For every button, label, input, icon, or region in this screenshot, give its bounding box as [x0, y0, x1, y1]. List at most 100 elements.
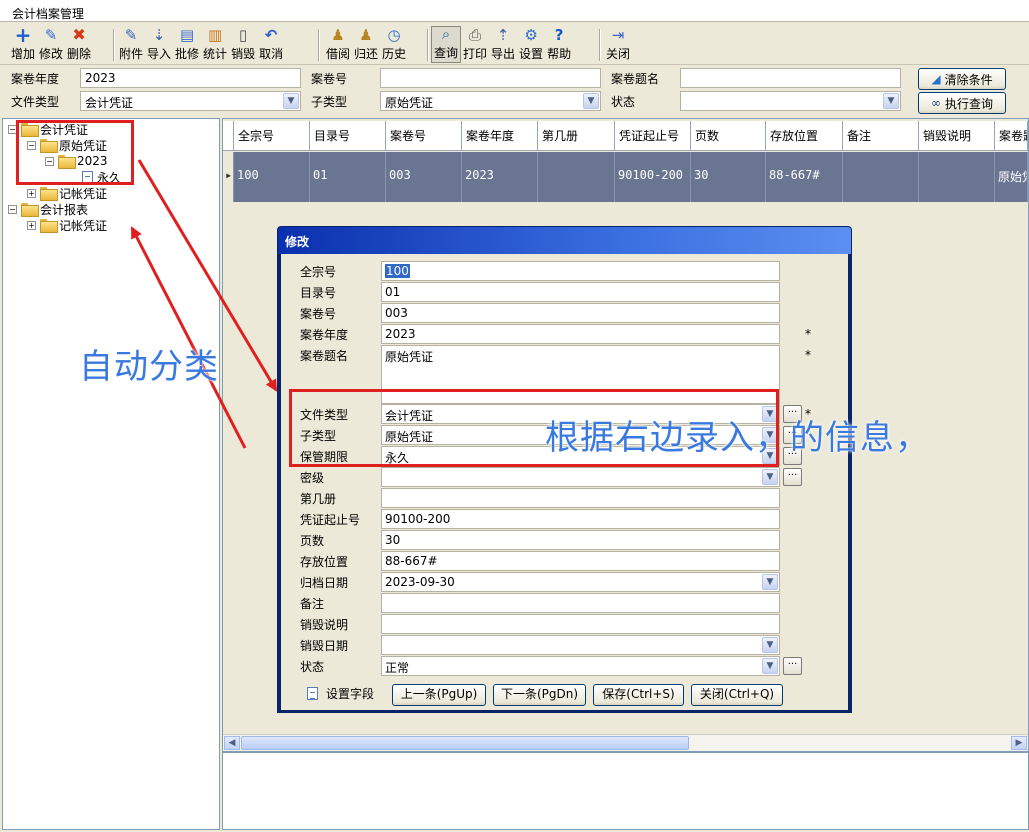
- column-header[interactable]: 案卷题: [995, 121, 1028, 151]
- file-title-input[interactable]: [680, 68, 901, 88]
- column-header[interactable]: 存放位置: [766, 121, 843, 151]
- history-button[interactable]: ◷ 历史: [380, 26, 408, 63]
- status-select[interactable]: ▼: [680, 91, 901, 111]
- table-cell[interactable]: [538, 152, 615, 202]
- magnifier-icon: ⌕: [441, 25, 451, 43]
- statistics-button[interactable]: ▥ 统计: [201, 26, 229, 63]
- window-title-bar: 会计档案管理: [0, 0, 1029, 22]
- column-header[interactable]: 页数: [691, 121, 766, 151]
- file-year-input[interactable]: 2023: [381, 324, 780, 344]
- tree-node-report-bookkeeping-voucher[interactable]: + 记帐凭证: [27, 217, 107, 233]
- set-fields-link[interactable]: 设置字段: [307, 685, 374, 702]
- security-level-select[interactable]: ▼: [381, 467, 780, 487]
- print-button[interactable]: ⎙ 打印: [461, 26, 489, 63]
- sub-type-select[interactable]: 原始凭证 ▼: [380, 91, 601, 111]
- fonds-no-input[interactable]: 100: [381, 261, 780, 281]
- column-header[interactable]: 凭证起止号: [615, 121, 691, 151]
- scroll-right-icon[interactable]: ▶: [1011, 736, 1027, 750]
- status-more-button[interactable]: ···: [783, 657, 802, 675]
- annotation-based-on-right: 根据右边录入，的信息，: [545, 418, 930, 458]
- prev-record-button[interactable]: 上一条(PgUp): [392, 684, 486, 706]
- doc-type-select[interactable]: 会计凭证 ▼: [80, 91, 301, 111]
- table-cell[interactable]: 100: [234, 152, 310, 202]
- column-header[interactable]: 全宗号: [234, 121, 310, 151]
- chevron-down-icon[interactable]: ▼: [583, 93, 599, 109]
- import-button[interactable]: ⇣ 导入: [145, 26, 173, 63]
- add-button[interactable]: + 增加: [9, 25, 37, 63]
- table-cell[interactable]: 2023: [462, 152, 538, 202]
- archive-date-picker[interactable]: 2023-09-30 ▼: [381, 572, 780, 592]
- table-cell[interactable]: 003: [386, 152, 462, 202]
- scroll-left-icon[interactable]: ◀: [224, 736, 240, 750]
- save-button[interactable]: 保存(Ctrl+S): [593, 684, 684, 706]
- year-input[interactable]: 2023: [80, 68, 301, 88]
- required-mark: *: [805, 348, 811, 362]
- execute-query-button[interactable]: ∞ 执行查询: [918, 92, 1006, 114]
- clear-conditions-button[interactable]: ◢ 清除条件: [918, 68, 1006, 90]
- destroy-note-input[interactable]: [381, 614, 780, 634]
- volume-no-input[interactable]: [381, 488, 780, 508]
- destroy-button[interactable]: ▯ 销毁: [229, 26, 257, 63]
- file-no-input[interactable]: 003: [381, 303, 780, 323]
- field-label: 销毁说明: [300, 618, 349, 632]
- chevron-down-icon[interactable]: ▼: [762, 469, 778, 485]
- column-header[interactable]: 备注: [843, 121, 919, 151]
- table-cell[interactable]: 88-667#: [766, 152, 843, 202]
- field-label: 案卷题名: [300, 349, 349, 363]
- borrow-button[interactable]: ♟ 借阅: [324, 26, 352, 63]
- expand-icon[interactable]: +: [27, 188, 36, 198]
- tree-node-accounting-report[interactable]: − 会计报表: [8, 201, 88, 217]
- attachment-button[interactable]: ✎ 附件: [117, 26, 145, 63]
- export-button[interactable]: ⇡ 导出: [489, 26, 517, 63]
- settings-button[interactable]: ⚙ 设置: [517, 26, 545, 63]
- batch-edit-button[interactable]: ▤ 批修: [173, 26, 201, 63]
- table-cell[interactable]: 01: [310, 152, 386, 202]
- column-header[interactable]: 第几册: [538, 121, 615, 151]
- catalog-no-input[interactable]: 01: [381, 282, 780, 302]
- table-cell[interactable]: 原始凭: [995, 152, 1028, 202]
- table-cell[interactable]: [919, 152, 995, 202]
- close-dialog-button[interactable]: 关闭(Ctrl+Q): [691, 684, 783, 706]
- chevron-down-icon[interactable]: ▼: [762, 658, 778, 674]
- cancel-button[interactable]: ↶ 取消: [257, 26, 285, 63]
- column-header[interactable]: 销毁说明: [919, 121, 995, 151]
- query-button[interactable]: ⌕ 查询: [431, 25, 462, 63]
- status-select[interactable]: 正常 ▼: [381, 656, 780, 676]
- settings-icon: ⚙: [524, 26, 538, 44]
- file-no-input[interactable]: [380, 68, 601, 88]
- field-label: 销毁日期: [300, 639, 349, 653]
- next-record-button[interactable]: 下一条(PgDn): [493, 684, 586, 706]
- help-button[interactable]: ? 帮助: [545, 26, 573, 63]
- return-button[interactable]: ♟ 归还: [352, 26, 380, 63]
- row-indicator[interactable]: ▸: [223, 152, 234, 202]
- column-header[interactable]: 案卷号: [386, 121, 462, 151]
- chevron-down-icon[interactable]: ▼: [883, 93, 899, 109]
- chevron-down-icon[interactable]: ▼: [283, 93, 299, 109]
- column-header[interactable]: 案卷年度: [462, 121, 538, 151]
- scrollbar-thumb[interactable]: [241, 736, 689, 750]
- clock-icon: ◷: [387, 26, 401, 44]
- storage-location-input[interactable]: 88-667#: [381, 551, 780, 571]
- chevron-down-icon[interactable]: ▼: [762, 574, 778, 590]
- annotation-tree-highlight: [16, 120, 134, 185]
- field-label: 状态: [300, 660, 325, 674]
- pencil-icon: ✎: [44, 26, 58, 44]
- horizontal-scrollbar[interactable]: ◀ ▶: [223, 734, 1028, 751]
- table-cell[interactable]: [843, 152, 919, 202]
- table-cell[interactable]: 90100-200: [615, 152, 691, 202]
- chevron-down-icon[interactable]: ▼: [762, 637, 778, 653]
- delete-button[interactable]: ✖ 删除: [65, 26, 93, 63]
- table-cell[interactable]: 30: [691, 152, 766, 202]
- field-label: 凭证起止号: [300, 513, 361, 527]
- destroy-date-picker[interactable]: ▼: [381, 635, 780, 655]
- page-count-input[interactable]: 30: [381, 530, 780, 550]
- expand-icon[interactable]: +: [27, 220, 36, 230]
- edit-button[interactable]: ✎ 修改: [37, 26, 65, 63]
- close-app-button[interactable]: ⇥ 关闭: [604, 26, 632, 63]
- voucher-range-input[interactable]: 90100-200: [381, 509, 780, 529]
- collapse-icon[interactable]: −: [8, 204, 17, 214]
- tree-node-bookkeeping-voucher[interactable]: + 记帐凭证: [27, 185, 107, 201]
- security-more-button[interactable]: ···: [783, 468, 802, 486]
- column-header[interactable]: 目录号: [310, 121, 386, 151]
- remark-input[interactable]: [381, 593, 780, 613]
